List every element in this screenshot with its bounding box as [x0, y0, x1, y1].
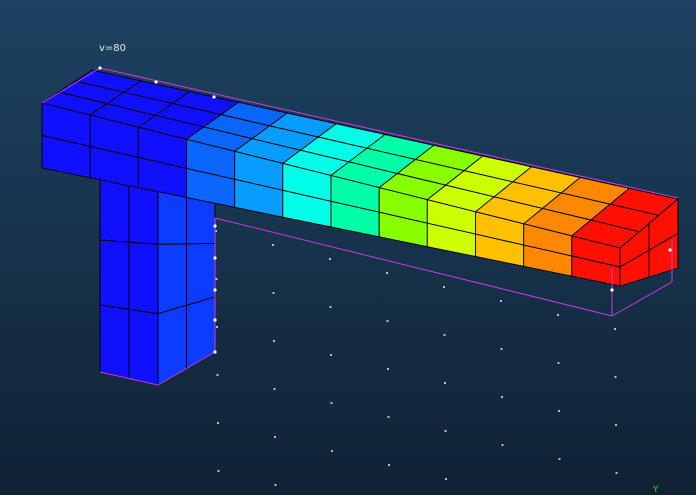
grid-point — [443, 334, 446, 336]
grid-point — [445, 478, 447, 480]
grid-point — [614, 376, 617, 378]
grid-point — [500, 300, 502, 302]
grid-point — [274, 484, 277, 486]
wireframe-node — [668, 248, 672, 252]
wireframe-node — [213, 288, 217, 292]
wireframe-node — [98, 66, 102, 70]
grid-point — [388, 464, 390, 466]
wireframe-node — [213, 350, 217, 354]
grid-point — [331, 450, 333, 452]
grid-point — [217, 470, 220, 472]
grid-point — [558, 458, 561, 460]
grid-point — [387, 368, 389, 370]
grid-point — [444, 382, 446, 384]
grid-point — [329, 258, 331, 260]
grid-point — [330, 402, 333, 404]
grid-point — [217, 422, 219, 424]
grid-point — [273, 340, 275, 342]
grid-point — [614, 328, 616, 330]
view-label: v=80 — [99, 43, 127, 54]
3d-viewport[interactable]: v=80 Y — [0, 0, 696, 495]
grid-point — [558, 410, 560, 412]
axis-indicator-label: Y — [653, 485, 659, 495]
wireframe-node — [213, 224, 217, 228]
grid-point — [501, 444, 504, 446]
grid-point — [443, 286, 445, 288]
wireframe-node — [610, 288, 614, 292]
wireframe-node — [154, 80, 158, 84]
grid-point — [444, 430, 447, 432]
grid-point — [216, 326, 218, 328]
wireframe-node — [213, 256, 217, 260]
grid-point — [273, 388, 276, 390]
column-mesh[interactable] — [99, 174, 216, 386]
grid-point — [557, 362, 560, 364]
grid-point — [329, 306, 332, 308]
grid-point — [500, 348, 503, 350]
grid-point — [387, 416, 390, 418]
wireframe-node — [213, 318, 217, 322]
grid-point — [615, 472, 618, 474]
grid-point — [272, 244, 274, 246]
grid-point — [557, 314, 559, 316]
grid-point — [215, 278, 218, 280]
wireframe-node — [212, 95, 216, 99]
grid-point — [501, 396, 503, 398]
grid-point — [272, 292, 275, 294]
fea-contour-scene[interactable] — [0, 0, 696, 495]
grid-point — [216, 374, 219, 376]
grid-point — [274, 436, 276, 438]
grid-point — [615, 424, 617, 426]
grid-point — [386, 320, 389, 322]
grid-point — [386, 272, 388, 274]
grid-point — [330, 354, 332, 356]
